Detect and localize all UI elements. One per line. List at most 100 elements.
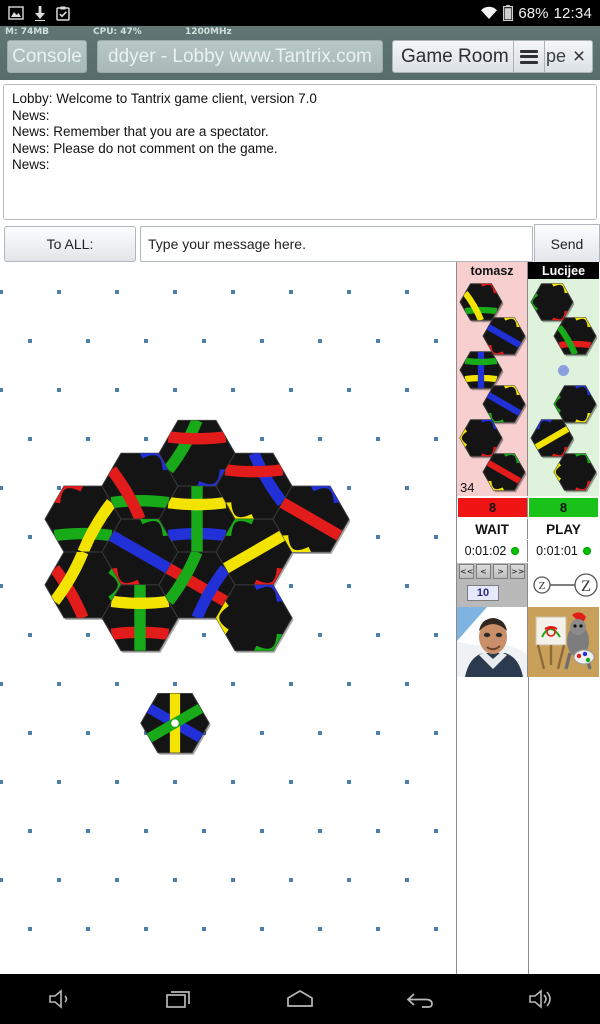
timer-lucijee-cell: 0:01:01 — [528, 540, 599, 562]
player-panel: tomasz 34 Lucijee 8 8 WAIT PLAY 0:01:02 — [456, 262, 600, 974]
message-row: To ALL: Send — [0, 224, 600, 264]
clipboard-check-icon — [56, 6, 70, 21]
perf-cpu: CPU: 47% — [93, 27, 142, 37]
console-tab-label: Console — [12, 45, 82, 67]
status-lucijee: PLAY — [546, 521, 581, 537]
tile-path — [110, 595, 170, 610]
status-tomasz: WAIT — [457, 519, 528, 539]
player-rack-lucijee[interactable]: Lucijee — [528, 262, 599, 496]
perf-readout: M: 74MB CPU: 47% 1200MHz — [0, 27, 600, 40]
zoom-out-icon[interactable]: Z — [533, 576, 551, 594]
history-nav-cell: << < > >> 10 — [457, 563, 528, 607]
volume-down-icon[interactable] — [32, 981, 88, 1017]
avatar-row — [457, 607, 600, 677]
rack-empty-slot-marker — [558, 365, 569, 376]
lobby-tab[interactable]: ddyer - Lobby www.Tantrix.com — [97, 40, 383, 73]
volume-up-icon[interactable] — [512, 981, 568, 1017]
console-tab[interactable]: Console — [7, 40, 87, 73]
score-tomasz: 8 — [457, 497, 528, 518]
svg-text:Z: Z — [539, 580, 546, 592]
chat-log[interactable]: Lobby: Welcome to Tantrix game client, v… — [3, 84, 597, 220]
close-icon: × — [572, 45, 586, 68]
panel-divider — [528, 677, 529, 974]
tile-path — [464, 306, 498, 315]
tantrix-tile[interactable] — [530, 282, 575, 323]
timer-tomasz: 0:01:02 — [464, 544, 507, 558]
android-nav-bar — [0, 974, 600, 1024]
app-title-bar: M: 74MB CPU: 47% 1200MHz Console ddyer -… — [0, 26, 600, 80]
message-recipient-button[interactable]: To ALL: — [4, 226, 136, 262]
timer-row: 0:01:02 0:01:01 — [457, 540, 600, 562]
timer-lucijee: 0:01:01 — [536, 544, 578, 558]
clock: 12:34 — [553, 4, 592, 22]
score-lucijee: 8 — [528, 497, 599, 518]
player-name-lucijee: Lucijee — [528, 262, 599, 279]
chat-line: News: — [12, 157, 50, 172]
zoom-control-cell[interactable]: Z Z — [529, 563, 600, 607]
wifi-icon — [481, 6, 498, 19]
nav-last-button[interactable]: >> — [510, 564, 525, 579]
zoom-in-icon[interactable]: Z — [574, 573, 598, 597]
player-rack-tomasz[interactable]: tomasz 34 — [457, 262, 528, 496]
control-row: << < > >> 10 Z Z — [457, 563, 600, 607]
close-button[interactable]: × — [566, 40, 593, 73]
avatar-lucijee[interactable] — [528, 607, 599, 677]
hamburger-menu-icon — [520, 49, 538, 64]
score-row: 8 8 — [457, 497, 600, 518]
send-button-label: Send — [550, 236, 584, 252]
app-root: 68% 12:34 M: 74MB CPU: 47% 1200MHz Conso… — [0, 0, 600, 1024]
avatar-tomasz[interactable] — [457, 607, 528, 677]
game-board[interactable] — [0, 262, 456, 974]
perf-freq: 1200MHz — [185, 27, 232, 37]
chat-line: Lobby: Welcome to Tantrix game client, v… — [12, 91, 317, 106]
player-name-tomasz: tomasz — [457, 262, 527, 279]
status-icons — [8, 5, 70, 21]
home-icon[interactable] — [272, 981, 328, 1017]
status-led-icon — [511, 547, 520, 555]
tiles-remaining-count: 34 — [460, 480, 475, 495]
nav-first-button[interactable]: << — [459, 564, 474, 579]
move-number-field[interactable]: 10 — [467, 585, 499, 601]
image-icon — [8, 6, 24, 20]
status-right: 68% 12:34 — [480, 5, 592, 22]
room-menu-button[interactable] — [513, 40, 545, 73]
download-icon — [35, 5, 45, 21]
room-tab-overflow-label: pe — [546, 46, 566, 66]
tile-path — [110, 494, 170, 509]
message-input[interactable] — [140, 226, 533, 262]
tile-path — [167, 496, 227, 511]
back-icon[interactable] — [392, 981, 448, 1017]
tantrix-tile[interactable] — [553, 384, 598, 425]
send-button[interactable]: Send — [534, 224, 600, 264]
timer-tomasz-cell: 0:01:02 — [457, 540, 528, 562]
tile-path — [464, 357, 498, 366]
rack-tiles-tomasz[interactable] — [457, 262, 528, 496]
battery-percent: 68% — [518, 4, 549, 22]
turn-status-row: WAIT PLAY — [457, 519, 600, 539]
tile-center-dot — [171, 719, 179, 727]
board-tiles[interactable] — [0, 262, 456, 974]
tantrix-tile[interactable] — [140, 693, 211, 755]
chat-line: News: Please do not comment on the game. — [12, 140, 278, 156]
lobby-tab-label: ddyer - Lobby www.Tantrix.com — [108, 45, 372, 67]
room-tab-overflow[interactable]: pe — [546, 40, 566, 73]
recents-icon[interactable] — [152, 981, 208, 1017]
tile-path — [224, 464, 284, 478]
android-status-bar: 68% 12:34 — [0, 0, 600, 26]
chat-line: News: Remember that you are a spectator. — [12, 124, 269, 139]
tile-racks: tomasz 34 Lucijee — [457, 262, 600, 496]
status-led-icon — [582, 547, 591, 555]
tantrix-tile[interactable] — [459, 282, 504, 323]
tantrix-tile[interactable] — [459, 351, 504, 391]
nav-next-button[interactable]: > — [493, 564, 508, 579]
rack-tiles-lucijee[interactable] — [528, 262, 599, 496]
tile-path — [53, 527, 113, 542]
tile-path — [558, 340, 592, 349]
game-room-label: Game Room 1 — [401, 45, 525, 67]
tile-path — [167, 431, 227, 445]
battery-icon — [503, 5, 514, 21]
nav-prev-button[interactable]: < — [476, 564, 491, 579]
chat-line: News: — [12, 107, 50, 123]
history-nav-buttons: << < > >> — [459, 564, 525, 579]
svg-text:Z: Z — [581, 578, 591, 595]
